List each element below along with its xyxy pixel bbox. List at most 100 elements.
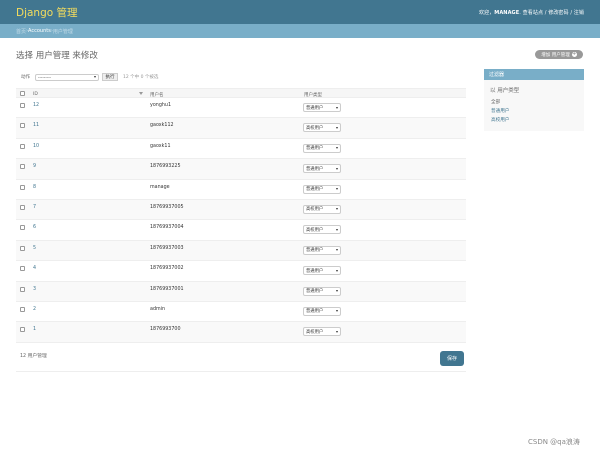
column-user-type: 用户类型 <box>304 92 322 98</box>
sort-icon[interactable] <box>139 92 143 95</box>
user-type-value: 普通用户 <box>306 309 324 315</box>
row-checkbox[interactable] <box>20 184 25 190</box>
row-checkbox[interactable] <box>20 327 25 333</box>
breadcrumb-app[interactable]: Accounts <box>28 28 51 34</box>
row-checkbox[interactable] <box>20 123 25 129</box>
table-body: 12 yonghu1 普通用户 11 gaoxk112 高校用户 10 gaoxk11 普通用户… <box>16 98 466 343</box>
user-type-select[interactable]: 高校用户 <box>303 225 341 235</box>
row-id-link[interactable]: 2 <box>33 307 36 312</box>
row-username: 18769937001 <box>150 286 184 292</box>
row-id-link[interactable]: 3 <box>33 287 36 292</box>
chevron-down-icon <box>336 310 338 313</box>
table-row: 3 18769937001 普通用户 <box>16 281 466 302</box>
user-type-select[interactable]: 高校用户 <box>303 327 341 337</box>
table-row: 12 yonghu1 普通用户 <box>16 98 466 119</box>
user-type-value: 普通用户 <box>306 146 324 152</box>
user-type-select[interactable]: 普通用户 <box>303 103 341 112</box>
go-button[interactable]: 执行 <box>102 73 118 81</box>
row-checkbox[interactable] <box>20 266 25 272</box>
action-select-value: --------- <box>38 74 51 80</box>
table-row: 11 gaoxk112 高校用户 <box>16 118 466 139</box>
row-checkbox[interactable] <box>20 164 25 170</box>
add-user-label: 增加 用户管理 <box>541 52 570 58</box>
row-checkbox[interactable] <box>20 103 25 108</box>
row-id-link[interactable]: 7 <box>33 205 36 210</box>
user-type-select[interactable]: 普通用户 <box>303 143 341 153</box>
table-row: 8 manage 普通用户 <box>16 180 466 200</box>
user-type-select[interactable]: 高校用户 <box>303 204 341 214</box>
chevron-down-icon <box>336 167 338 170</box>
filter-panel: 过滤器 以 用户类型 全部 普通用户 高校用户 <box>484 69 584 131</box>
user-type-value: 高校用户 <box>306 227 324 233</box>
chevron-down-icon <box>336 269 338 272</box>
user-type-value: 普通用户 <box>306 248 324 254</box>
user-type-value: 高校用户 <box>306 125 324 131</box>
row-id-link[interactable]: 12 <box>33 103 39 108</box>
header: Django 管理 欢迎，MANAGE. 查看站点 / 修改密码 / 注销 <box>0 0 600 24</box>
chevron-down-icon <box>336 228 338 231</box>
row-checkbox[interactable] <box>20 143 25 149</box>
chevron-down-icon <box>336 330 338 333</box>
user-type-select[interactable]: 高校用户 <box>303 123 341 133</box>
row-id-link[interactable]: 1 <box>33 327 36 332</box>
row-checkbox[interactable] <box>20 306 25 312</box>
welcome-text: 欢迎， <box>478 9 495 16</box>
user-type-value: 普通用户 <box>306 289 324 295</box>
table-row: 7 18769937005 高校用户 <box>16 199 466 221</box>
action-select[interactable]: --------- <box>35 73 99 81</box>
filter-subtitle: 以 用户类型 <box>490 88 520 94</box>
row-id-link[interactable]: 10 <box>33 144 39 149</box>
actions-bar: 动作 --------- 执行 12 个中 0 个被选 <box>16 72 466 82</box>
chevron-down-icon <box>336 249 338 252</box>
site-brand[interactable]: Django 管理 <box>16 5 78 20</box>
page-title: 选择 用户管理 来修改 <box>16 51 98 61</box>
username: MANAGE <box>494 9 520 16</box>
user-type-value: 普通用户 <box>306 166 324 172</box>
row-id-link[interactable]: 8 <box>33 185 36 190</box>
user-type-select[interactable]: 普通用户 <box>303 184 341 194</box>
filter-option-college[interactable]: 高校用户 <box>491 117 509 123</box>
table-row: 5 18769937003 普通用户 <box>16 240 466 262</box>
row-checkbox[interactable] <box>20 286 25 292</box>
row-username: 1876993225 <box>150 164 181 170</box>
plus-icon: + <box>571 51 577 57</box>
user-type-select[interactable]: 普通用户 <box>303 306 341 316</box>
user-type-select[interactable]: 普通用户 <box>303 266 341 276</box>
user-type-select[interactable]: 普通用户 <box>303 286 341 296</box>
save-button[interactable]: 保存 <box>440 351 464 366</box>
row-username: 18769937003 <box>150 245 184 251</box>
row-id-link[interactable]: 5 <box>33 246 36 251</box>
user-type-select[interactable]: 普通用户 <box>303 164 341 174</box>
divider <box>16 371 466 372</box>
add-user-button[interactable]: 增加 用户管理 + <box>535 50 583 59</box>
row-id-link[interactable]: 9 <box>33 164 36 169</box>
row-id-link[interactable]: 4 <box>33 266 36 271</box>
column-id[interactable]: ID <box>33 92 38 97</box>
user-type-select[interactable]: 普通用户 <box>303 245 341 255</box>
row-username: 18769937002 <box>150 266 184 272</box>
row-username: yonghu1 <box>150 103 171 108</box>
results-table: ID 用户名 用户类型 12 yonghu1 普通用户 11 gaoxk112 高校用户 1… <box>16 88 466 343</box>
row-checkbox[interactable] <box>20 245 25 251</box>
chevron-down-icon <box>336 106 338 109</box>
table-row: 10 gaoxk11 普通用户 <box>16 139 466 160</box>
column-username: 用户名 <box>150 92 164 98</box>
chevron-down-icon <box>336 290 338 293</box>
row-id-link[interactable]: 11 <box>33 123 39 128</box>
filter-option-normal[interactable]: 普通用户 <box>491 108 509 114</box>
filter-option-all[interactable]: 全部 <box>491 99 500 105</box>
row-username: gaoxk112 <box>150 123 174 129</box>
row-username: 18769937005 <box>150 204 184 210</box>
chevron-down-icon <box>94 76 96 78</box>
chevron-down-icon <box>336 188 338 191</box>
row-checkbox[interactable] <box>20 225 25 231</box>
chevron-down-icon <box>336 208 338 211</box>
filter-title: 过滤器 <box>484 69 584 80</box>
selected-count: 12 个中 0 个被选 <box>123 75 159 80</box>
breadcrumb-current: 用户管理 <box>52 28 73 35</box>
select-all-checkbox[interactable] <box>20 91 25 96</box>
breadcrumb-home[interactable]: 首页 <box>16 28 26 35</box>
row-id-link[interactable]: 6 <box>33 225 36 230</box>
user-links[interactable]: 查看站点 / 修改密码 / 注销 <box>523 10 584 16</box>
row-checkbox[interactable] <box>20 204 25 210</box>
